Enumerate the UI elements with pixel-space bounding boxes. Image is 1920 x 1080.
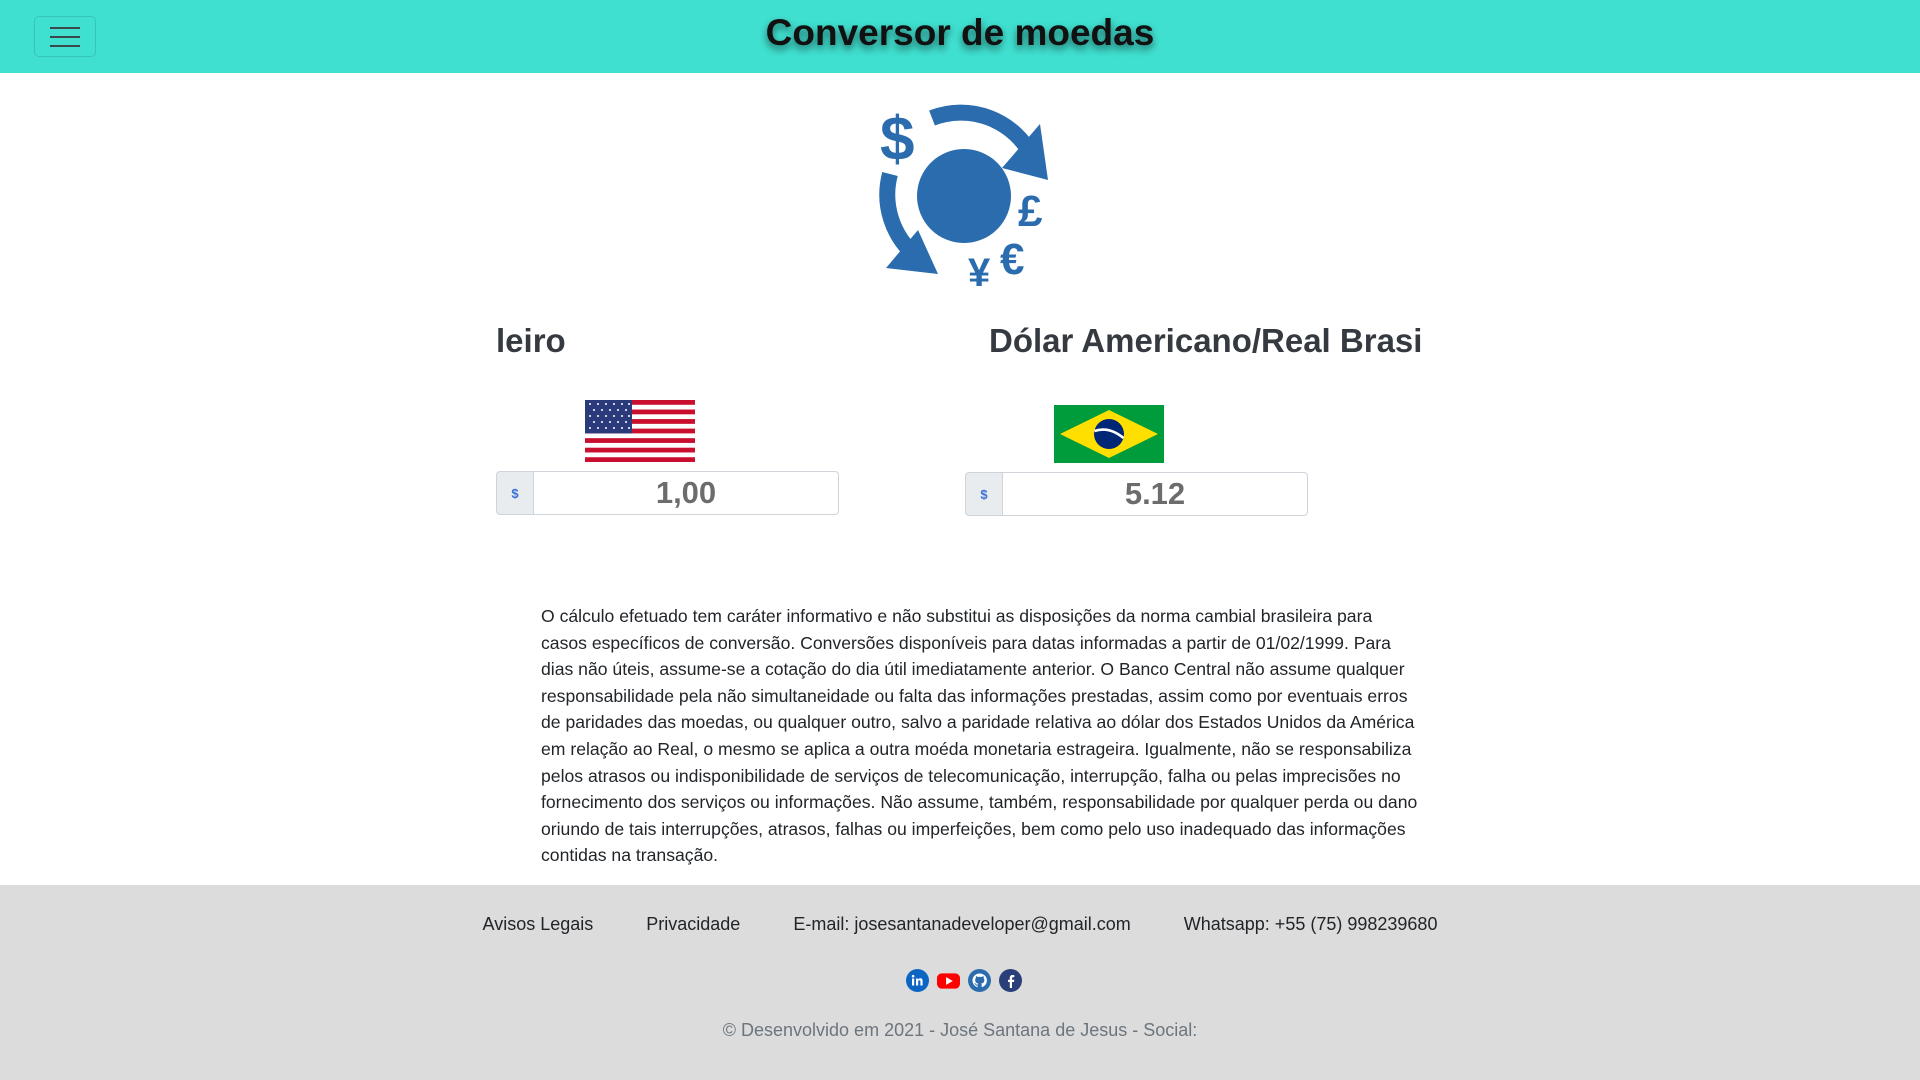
disclaimer-text: O cálculo efetuado tem caráter informati… [541, 606, 1418, 866]
legal-notices-link[interactable]: Avisos Legais [483, 914, 594, 935]
left-amount-group: $ [496, 471, 839, 515]
footer: Avisos Legais Privacidade E-mail: josesa… [0, 885, 1920, 1080]
right-currency-title: Dólar Americano/Real Brasi [989, 322, 1423, 359]
svg-text:£: £ [1018, 187, 1043, 236]
footer-links: Avisos Legais Privacidade E-mail: josesa… [0, 914, 1920, 935]
whatsapp-link[interactable]: Whatsapp: +55 (75) 998239680 [1184, 914, 1438, 935]
brazil-flag-icon [1054, 405, 1164, 463]
right-currency-symbol: $ [965, 472, 1003, 516]
left-currency-title: leiro [496, 322, 566, 359]
app-title: Conversor de moedas [765, 12, 1155, 53]
top-navbar: Conversor de moedas [0, 0, 1920, 73]
svg-text:$: $ [880, 105, 914, 174]
social-links [906, 969, 1022, 992]
svg-text:¥: ¥ [968, 251, 991, 292]
right-amount-input[interactable] [1003, 472, 1308, 516]
privacy-link[interactable]: Privacidade [646, 914, 740, 935]
github-icon[interactable] [968, 969, 991, 992]
email-link[interactable]: E-mail: josesantanadeveloper@gmail.com [793, 914, 1130, 935]
linkedin-icon[interactable] [906, 969, 929, 992]
currency-exchange-icon: $ £ € ¥ [879, 104, 1048, 292]
copyright-text: © Desenvolvido em 2021 - José Santana de… [722, 1020, 1198, 1040]
right-amount-group: $ [965, 472, 1308, 516]
usa-flag-icon [585, 400, 695, 462]
svg-text:€: € [1000, 235, 1024, 284]
left-amount-input[interactable] [534, 471, 839, 515]
left-currency-symbol: $ [496, 471, 534, 515]
facebook-icon[interactable] [999, 969, 1022, 992]
youtube-icon[interactable] [937, 969, 960, 992]
